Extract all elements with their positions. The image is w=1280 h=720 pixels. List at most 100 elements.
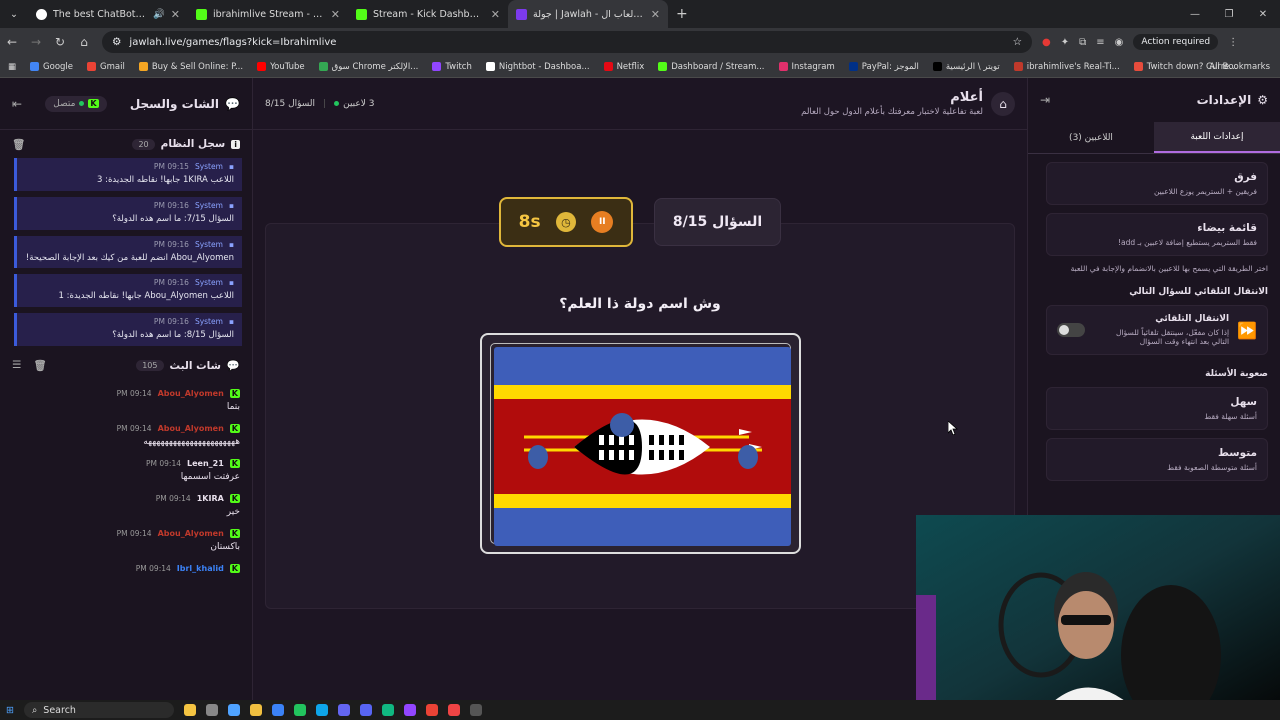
- collapse-settings-icon[interactable]: ⇥: [1040, 93, 1050, 107]
- new-tab-button[interactable]: +: [668, 6, 696, 22]
- app-icon[interactable]: [227, 704, 240, 716]
- bookmark-item[interactable]: Dashboard / Stream...: [658, 62, 765, 72]
- chat-message: K Abou_Alyomen 09:14 PM ههههههههههههههههههه…: [0, 421, 252, 450]
- app-icon[interactable]: [337, 704, 350, 716]
- back-icon[interactable]: ←: [0, 35, 24, 49]
- tab-players[interactable]: اللاعبين (3): [1028, 122, 1154, 153]
- bookmark-item[interactable]: Instagram: [778, 61, 835, 72]
- system-log-item: ▪ System 09:16 PM السؤال 8/15: ما اسم هذه ا…: [14, 313, 242, 346]
- delete-chat-icon[interactable]: 🗑: [33, 359, 46, 372]
- collapse-panel-icon[interactable]: ⇤: [12, 97, 22, 111]
- delete-log-icon[interactable]: 🗑: [12, 138, 25, 151]
- bookmark-item[interactable]: PayPal: الموجز: [848, 62, 919, 72]
- auto-next-toggle[interactable]: [1057, 323, 1085, 337]
- chat-time: 09:14 PM: [116, 388, 152, 398]
- profile-avatar-icon[interactable]: ◉: [1115, 37, 1124, 48]
- system-log-item: ▪ System 09:16 PM Abou_Alyomen انضم للعبة م…: [14, 235, 242, 269]
- task-view-icon[interactable]: [205, 704, 218, 716]
- close-tab-icon[interactable]: ✕: [491, 8, 500, 21]
- bookmark-item[interactable]: Buy & Sell Online: P...: [138, 62, 243, 72]
- chat-message: K 1KIRA 09:14 PM خير: [0, 491, 252, 520]
- maximize-icon[interactable]: ❐: [1212, 9, 1246, 20]
- extension-icon[interactable]: ●: [1042, 37, 1051, 48]
- bookmark-label: Instagram: [791, 61, 835, 72]
- difficulty-easy[interactable]: سهل أسئلة سهلة فقط: [1046, 387, 1268, 430]
- chat-bubble-icon: 💬: [225, 96, 240, 111]
- home-button[interactable]: ⌂: [991, 91, 1015, 116]
- bookmark-item[interactable]: Netflix: [603, 62, 644, 72]
- reload-icon[interactable]: ↻: [48, 35, 72, 49]
- twitch-icon[interactable]: [403, 704, 416, 716]
- option-title: قائمة بيضاء: [1197, 222, 1257, 234]
- tab-title: ibrahimlive Stream - Watch Live: [213, 8, 325, 20]
- edge-icon[interactable]: [315, 704, 328, 716]
- chat-text: باكستان: [210, 541, 240, 552]
- chat-username[interactable]: Leen_21: [187, 459, 224, 468]
- home-icon[interactable]: ⌂: [72, 35, 96, 49]
- app-icon[interactable]: [381, 704, 394, 716]
- widgets-icon[interactable]: [183, 704, 196, 716]
- system-log-title: سجل النظام: [160, 138, 226, 150]
- close-tab-icon[interactable]: ✕: [651, 8, 660, 21]
- app-icon[interactable]: [447, 704, 460, 716]
- pause-button[interactable]: II: [591, 211, 614, 233]
- search-label: Search: [43, 704, 76, 716]
- apps-grid-icon[interactable]: ▦: [8, 62, 16, 72]
- bookmark-item[interactable]: Twitch: [432, 62, 472, 72]
- difficulty-section-title: صعوبة الأسئلة: [1205, 369, 1268, 379]
- chat-username[interactable]: Ibrl_khalid: [177, 564, 224, 573]
- browser-tab-3[interactable]: Stream - Kick Dashboard ✕: [348, 0, 508, 28]
- menu-kebab-icon[interactable]: ⋮: [1228, 37, 1238, 48]
- chrome-icon[interactable]: [425, 704, 438, 716]
- join-mode-teams[interactable]: فرق فريقين + الستريمر يوزع اللاعبين: [1046, 162, 1268, 205]
- question-number: السؤال 8/15: [672, 214, 763, 230]
- chat-username[interactable]: Abou_Alyomen: [158, 389, 224, 398]
- app-icon[interactable]: [469, 704, 482, 716]
- chat-message: K Leen_21 09:14 PM عرفتت اسسمها: [0, 456, 252, 485]
- tab-game-settings[interactable]: إعدادات اللعبة: [1154, 122, 1280, 153]
- stream-chat-list: K Abou_Alyomen 09:14 PM بتما K Abou_Alyomen 09…: [0, 380, 252, 580]
- difficulty-medium[interactable]: متوسط أسئلة متوسطة الصعوبة فقط: [1046, 438, 1268, 481]
- file-explorer-icon[interactable]: [249, 704, 262, 716]
- bookmark-favicon-icon: [138, 62, 148, 71]
- extension-icon[interactable]: ✦: [1061, 37, 1069, 48]
- extensions-puzzle-icon[interactable]: ⧉: [1079, 37, 1086, 48]
- chat-username[interactable]: Abou_Alyomen: [158, 424, 224, 433]
- bookmark-item[interactable]: سوق Chrome الإلكتر...: [318, 61, 419, 72]
- app-icon[interactable]: [271, 704, 284, 716]
- bookmark-star-icon[interactable]: ☆: [1013, 36, 1022, 48]
- action-required-button[interactable]: Action required: [1133, 34, 1219, 50]
- bookmark-item[interactable]: YouTube: [257, 62, 305, 72]
- bookmark-item[interactable]: ibrahimlive's Real-Ti...: [1013, 62, 1120, 72]
- minimize-icon[interactable]: —: [1178, 9, 1212, 20]
- bookmark-item[interactable]: Gmail: [87, 62, 125, 72]
- audio-icon[interactable]: 🔊: [153, 9, 165, 20]
- bookmark-label: سوق Chrome الإلكتر...: [331, 61, 419, 72]
- taskbar-search[interactable]: ⌕ Search: [23, 702, 174, 718]
- forward-icon[interactable]: →: [24, 35, 48, 49]
- windows-start-icon[interactable]: ⊞: [6, 705, 14, 716]
- discord-icon[interactable]: [359, 704, 372, 716]
- all-bookmarks-button[interactable]: All Bookmarks: [1209, 62, 1270, 72]
- browser-tab-4[interactable]: جولة | Jawlah - منصة الألعاب ال ✕: [508, 0, 668, 28]
- chat-username[interactable]: 1KIRA: [197, 494, 224, 503]
- close-tab-icon[interactable]: ✕: [171, 8, 180, 21]
- close-tab-icon[interactable]: ✕: [331, 8, 340, 21]
- stream-chat-title: شات البث: [169, 359, 221, 372]
- close-window-icon[interactable]: ✕: [1246, 9, 1280, 20]
- bookmark-item[interactable]: تويتر \ الرئيسية: [932, 62, 1000, 72]
- chat-username[interactable]: Abou_Alyomen: [158, 529, 224, 538]
- flag-frame: [480, 333, 801, 554]
- filter-icon[interactable]: ☰: [12, 359, 21, 372]
- log-time: 09:15 PM: [153, 162, 189, 171]
- media-control-icon[interactable]: ≡: [1096, 37, 1104, 48]
- bookmark-item[interactable]: Nightbot - Dashboa...: [485, 62, 590, 72]
- app-icon[interactable]: [293, 704, 306, 716]
- join-mode-whitelist[interactable]: قائمة بيضاء فقط الستريمر يستطيع إضافة لا…: [1046, 213, 1268, 256]
- browser-tab-2[interactable]: ibrahimlive Stream - Watch Live ✕: [188, 0, 348, 28]
- site-info-icon[interactable]: ⚙: [112, 36, 121, 48]
- bookmark-item[interactable]: Google: [30, 62, 73, 72]
- url-input[interactable]: ⚙ jawlah.live/games/flags?kick=Ibrahimli…: [102, 31, 1032, 53]
- browser-tab-1[interactable]: The best ChatBot and Widg 🔊 ✕: [28, 0, 188, 28]
- tab-search-icon[interactable]: ⌄: [0, 9, 28, 20]
